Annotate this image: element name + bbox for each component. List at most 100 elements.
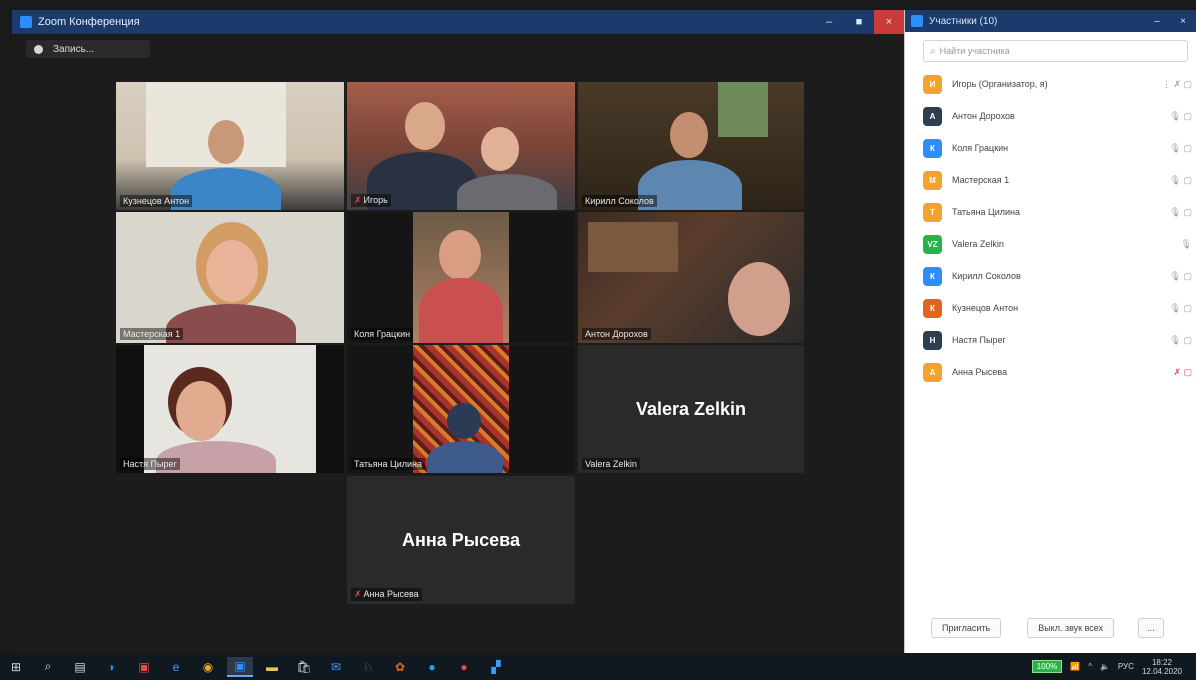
app-icon[interactable]: ●: [451, 657, 477, 677]
system-clock[interactable]: 18:22 12.04.2020: [1142, 658, 1190, 676]
app-icon[interactable]: ◗: [99, 657, 125, 677]
record-dot-icon: [34, 44, 43, 54]
maximize-button[interactable]: ■: [844, 10, 874, 34]
windows-start-icon[interactable]: ⊞: [3, 657, 29, 677]
participant-display-name: Valera Zelkin: [635, 398, 747, 419]
video-tile-no-video[interactable]: Анна Рысева ✗ Анна Рысева: [347, 476, 575, 604]
recording-indicator[interactable]: Запись...: [26, 40, 150, 58]
participant-row[interactable]: М Мастерская 1 🎙 ▢: [923, 164, 1196, 196]
participant-row-name: Кузнецов Антон: [952, 303, 1019, 313]
participant-avatar: К: [923, 266, 942, 286]
participant-avatar: А: [923, 106, 942, 126]
participant-status-icons[interactable]: 🎙 ▢: [1144, 175, 1196, 186]
participant-avatar: Н: [923, 330, 942, 350]
participant-status-icons[interactable]: 🎙 ▢: [1144, 143, 1196, 154]
participant-avatar: К: [923, 298, 942, 318]
participant-status-icons[interactable]: 🎙 ▢: [1144, 271, 1196, 282]
zoom-logo-icon: [20, 16, 32, 28]
edge-browser-icon[interactable]: e: [163, 657, 189, 677]
participant-row-name: Татьяна Цилина: [952, 207, 1021, 217]
participant-name: Антон Дорохов: [582, 328, 651, 340]
windows-taskbar: ⊞ ⌕ ▤ ◗ ▣ e ◉ ▣ ▬ 🛍 ✉ ♘ ✿ ● ● ▞ 100% 📶 ^…: [0, 653, 1196, 680]
video-tile[interactable]: Антон Дорохов: [578, 212, 804, 343]
participant-row[interactable]: VZ Valera Zelkin 🎙: [923, 228, 1196, 260]
app-icon[interactable]: ♘: [355, 657, 381, 677]
video-tile[interactable]: Кирилл Соколов: [578, 82, 804, 210]
participant-search-input[interactable]: ⌕ Найти участника: [923, 40, 1188, 62]
participant-name: Татьяна Цилина: [351, 458, 426, 470]
participant-name: Коля Грацкин: [351, 328, 414, 340]
participant-status-icons[interactable]: ⋮ ✗ ▢: [1144, 79, 1196, 90]
participant-row[interactable]: Т Татьяна Цилина 🎙 ▢: [923, 196, 1196, 228]
participant-row[interactable]: И Игорь (Организатор, я) ⋮ ✗ ▢: [923, 68, 1196, 100]
language-indicator[interactable]: РУС: [1118, 662, 1134, 671]
video-tile[interactable]: Коля Грацкин: [347, 212, 575, 343]
participant-row[interactable]: Н Настя Пырег 🎙 ▢: [923, 324, 1196, 356]
participant-name: Valera Zelkin: [582, 458, 640, 470]
app-icon[interactable]: ▣: [131, 657, 157, 677]
file-explorer-icon[interactable]: ▬: [259, 657, 285, 677]
participant-name: Настя Пырег: [120, 458, 180, 470]
task-view-icon[interactable]: ▤: [67, 657, 93, 677]
participant-status-icons[interactable]: 🎙 ▢: [1144, 335, 1196, 346]
participant-avatar: И: [923, 74, 942, 94]
participant-row[interactable]: К Кузнецов Антон 🎙 ▢: [923, 292, 1196, 324]
participant-status-icons[interactable]: 🎙 ▢: [1144, 111, 1196, 122]
mute-all-button[interactable]: Выкл. звук всех: [1027, 618, 1115, 638]
video-tile-active-speaker[interactable]: Мастерская 1: [116, 212, 344, 343]
participant-row-name: Анна Рысева: [952, 367, 1008, 377]
browser-icon[interactable]: ◉: [195, 657, 221, 677]
video-tile[interactable]: Настя Пырег: [116, 345, 344, 473]
panel-minimize-button[interactable]: –: [1144, 16, 1170, 27]
search-icon: ⌕: [930, 45, 936, 57]
video-tile-no-video[interactable]: Valera Zelkin Valera Zelkin: [578, 345, 804, 473]
panel-footer: Пригласить Выкл. звук всех ...: [905, 613, 1196, 643]
app-icon[interactable]: ▞: [483, 657, 509, 677]
minimize-button[interactable]: –: [814, 10, 844, 34]
participant-row-name: Антон Дорохов: [952, 111, 1015, 121]
window-titlebar: Zoom Конференция – ■ ×: [12, 10, 904, 34]
participant-status-icons[interactable]: 🎙 ▢: [1144, 303, 1196, 314]
participant-list: И Игорь (Организатор, я) ⋮ ✗ ▢ А Антон Дорох…: [923, 68, 1196, 388]
chevron-up-icon[interactable]: ^: [1088, 662, 1092, 671]
participant-row[interactable]: А Анна Рысева ✗ ▢: [923, 356, 1196, 388]
more-options-button[interactable]: ...: [1138, 618, 1164, 638]
zoom-taskbar-icon[interactable]: ▣: [227, 656, 253, 677]
recording-label: Запись...: [53, 43, 95, 55]
participant-status-icons[interactable]: ✗ ▢: [1144, 367, 1196, 378]
participant-name: Мастерская 1: [120, 328, 184, 340]
participant-avatar: VZ: [923, 234, 942, 254]
mail-icon[interactable]: ✉: [323, 657, 349, 677]
network-icon[interactable]: 📶: [1070, 662, 1080, 671]
participant-status-icons[interactable]: 🎙 ▢: [1144, 207, 1196, 218]
panel-titlebar: Участники (10) – ×: [905, 10, 1196, 32]
skype-icon[interactable]: ●: [419, 657, 445, 677]
participant-name: ✗ Игорь: [351, 194, 391, 207]
video-tile[interactable]: Татьяна Цилина: [347, 345, 575, 473]
battery-indicator[interactable]: 100%: [1031, 660, 1063, 673]
participant-status-icons[interactable]: 🎙: [1144, 239, 1196, 250]
participant-row[interactable]: К Кирилл Соколов 🎙 ▢: [923, 260, 1196, 292]
invite-button[interactable]: Пригласить: [931, 618, 1002, 638]
window-title: Zoom Конференция: [38, 16, 140, 28]
participant-row-name: Коля Грацкин: [952, 143, 1009, 153]
participant-name: Кирилл Соколов: [582, 195, 657, 207]
participant-avatar: Т: [923, 202, 942, 222]
participant-avatar: К: [923, 138, 942, 158]
store-icon[interactable]: 🛍: [291, 657, 317, 677]
participants-panel: Участники (10) – × ⌕ Найти участника И Иг…: [904, 10, 1196, 653]
video-tile[interactable]: Кузнецов Антон: [116, 82, 344, 210]
close-button[interactable]: ×: [874, 10, 904, 34]
participant-row[interactable]: А Антон Дорохов 🎙 ▢: [923, 100, 1196, 132]
clock-date: 12.04.2020: [1141, 666, 1182, 676]
panel-close-button[interactable]: ×: [1170, 16, 1196, 27]
participant-avatar: А: [923, 362, 942, 382]
participant-row-name: Настя Пырег: [952, 335, 1006, 345]
volume-icon[interactable]: 🔈: [1100, 662, 1110, 671]
search-icon[interactable]: ⌕: [35, 657, 61, 677]
muted-mic-icon: ✗: [354, 195, 362, 205]
participant-row[interactable]: К Коля Грацкин 🎙 ▢: [923, 132, 1196, 164]
search-placeholder: Найти участника: [939, 46, 1010, 56]
app-icon[interactable]: ✿: [387, 657, 413, 677]
video-tile[interactable]: ✗ Игорь: [347, 82, 575, 210]
